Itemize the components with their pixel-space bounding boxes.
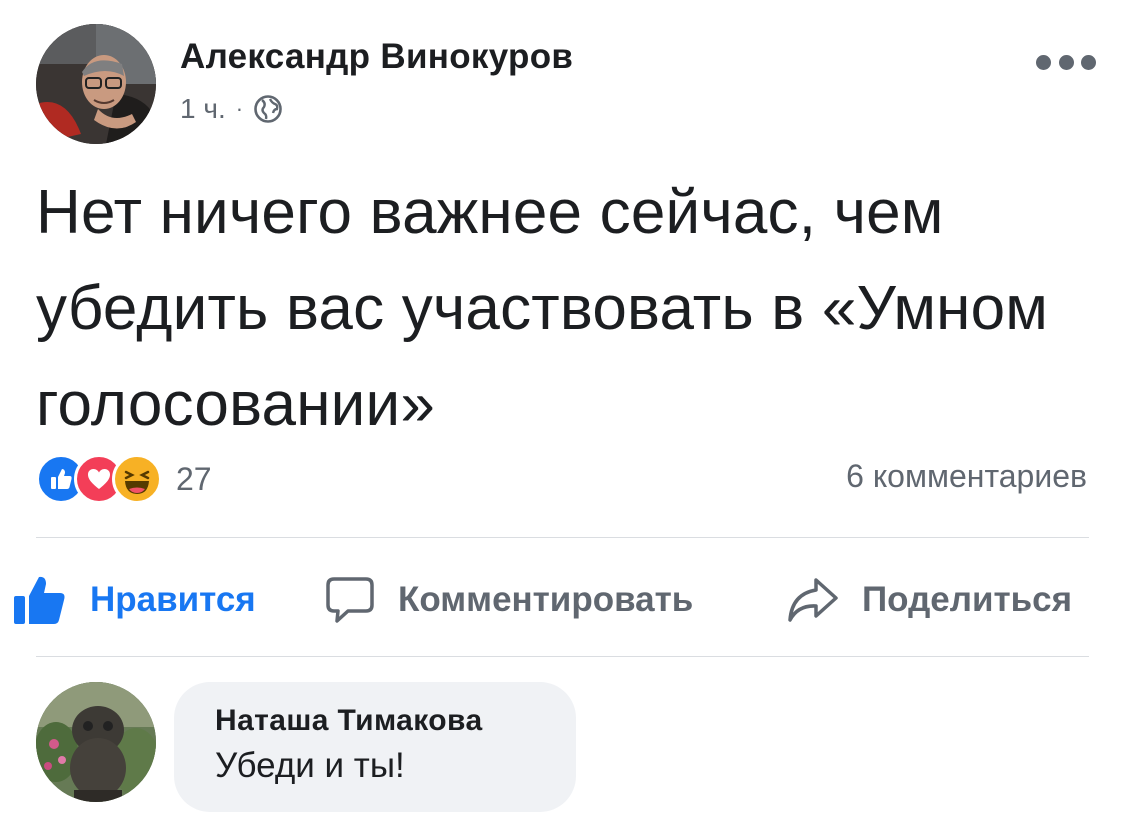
haha-reaction-icon	[112, 454, 162, 504]
meta-separator: ·	[235, 96, 244, 121]
post-text: Нет ничего важнее сейчас, чем убедить ва…	[36, 178, 1049, 439]
more-dot	[1081, 54, 1096, 70]
post-time[interactable]: 1 ч.	[180, 93, 226, 125]
post-meta: 1 ч. ·	[180, 92, 283, 126]
like-button[interactable]: Нравится	[12, 568, 256, 632]
comments-count-link[interactable]: 6 комментариев	[846, 458, 1087, 495]
thumbs-up-icon	[14, 576, 65, 624]
comment-text: Убеди и ты!	[215, 746, 405, 785]
commenter-avatar[interactable]	[36, 682, 156, 802]
comment-bubble[interactable]: Наташа Тимакова Убеди и ты!	[174, 682, 576, 812]
more-options-button[interactable]	[1036, 48, 1096, 76]
author-avatar[interactable]	[36, 24, 156, 144]
reactions-summary[interactable]: 27	[36, 451, 212, 507]
comment-button[interactable]: Комментировать	[324, 568, 693, 632]
share-arrow-icon	[788, 578, 838, 622]
comment-icon	[326, 577, 374, 623]
more-dot	[1036, 54, 1051, 70]
author-avatar-image	[36, 24, 156, 144]
like-label: Нравится	[90, 580, 256, 619]
reactions-count: 27	[176, 460, 212, 497]
more-dot	[1058, 54, 1074, 70]
commenter-avatar-image	[36, 682, 156, 802]
commenter-name[interactable]: Наташа Тимакова	[215, 704, 576, 738]
divider	[36, 656, 1089, 657]
share-button[interactable]: Поделиться	[786, 568, 1072, 632]
divider	[36, 537, 1089, 538]
globe-icon	[253, 94, 283, 124]
share-label: Поделиться	[862, 580, 1073, 619]
comment-label: Комментировать	[398, 580, 694, 619]
author-name[interactable]: Александр Винокуров	[180, 37, 573, 77]
